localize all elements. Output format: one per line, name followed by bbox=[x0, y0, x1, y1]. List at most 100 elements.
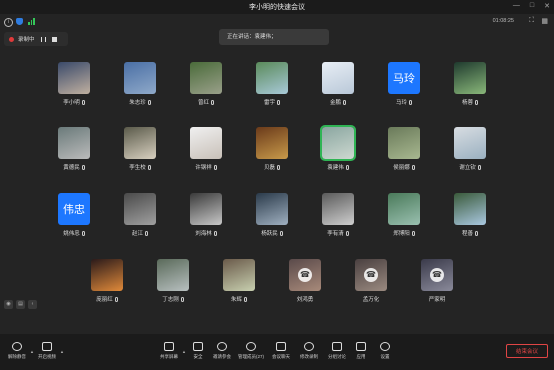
participant-tile[interactable]: 金鹏 bbox=[308, 62, 368, 114]
list-view-icon[interactable]: ▤ bbox=[16, 300, 25, 309]
grid-view-icon[interactable]: ◉ bbox=[4, 300, 13, 309]
avatar bbox=[256, 62, 288, 94]
participant-name-row: 郑博阳 bbox=[374, 229, 434, 237]
participant-name: 李有清 bbox=[327, 231, 344, 237]
info-icon[interactable]: i bbox=[4, 18, 13, 27]
participant-tile[interactable]: 袁建伟 bbox=[308, 125, 368, 179]
participant-tile[interactable]: 侯丽娜 bbox=[374, 127, 434, 179]
fullscreen-icon[interactable]: ⛶ bbox=[529, 17, 534, 25]
participant-tile[interactable]: 李生校 bbox=[110, 127, 170, 179]
video-options-chevron-icon[interactable]: ▲ bbox=[60, 349, 64, 354]
shield-icon bbox=[193, 342, 203, 351]
mic-icon bbox=[477, 164, 481, 170]
participant-name: 郑博阳 bbox=[393, 231, 410, 237]
avatar: ☎ bbox=[355, 259, 387, 291]
unmute-button[interactable]: 解除静音 bbox=[2, 342, 32, 360]
invite-button[interactable]: 邀请参会 bbox=[207, 342, 237, 360]
participant-name: 金鹏 bbox=[329, 100, 341, 106]
minimize-icon[interactable]: — bbox=[513, 2, 520, 10]
avatar bbox=[454, 193, 486, 225]
avatar: ☎ bbox=[421, 259, 453, 291]
participant-name-row: 严家明 bbox=[407, 295, 467, 303]
participant-tile[interactable]: 谢立钦 bbox=[440, 127, 500, 179]
participant-tile[interactable]: 刘海林 bbox=[176, 193, 236, 245]
stop-recording-button[interactable] bbox=[51, 36, 57, 42]
avatar bbox=[256, 193, 288, 225]
participant-tile[interactable]: 郑博阳 bbox=[374, 193, 434, 245]
participant-tile[interactable]: 曾红 bbox=[176, 62, 236, 114]
avatar bbox=[190, 62, 222, 94]
participant-tile[interactable]: 朱志珍 bbox=[110, 62, 170, 114]
phone-icon: ☎ bbox=[364, 268, 378, 282]
participant-name-row: 杨跃民 bbox=[242, 229, 302, 237]
participant-tile[interactable]: 伟忠 姚伟忠 bbox=[44, 193, 104, 245]
participant-name: 许钢祥 bbox=[195, 165, 212, 171]
avatar: ☎ bbox=[289, 259, 321, 291]
avatar bbox=[124, 62, 156, 94]
participant-tile[interactable]: ☎ 刘鸿勇 bbox=[275, 259, 335, 311]
page-prev-button[interactable]: ‹ bbox=[28, 300, 37, 309]
participant-tile[interactable]: 许钢祥 bbox=[176, 127, 236, 179]
manage-members-button[interactable]: 管理成员(27) bbox=[236, 342, 266, 360]
participant-tile[interactable]: 丁志刚 bbox=[143, 259, 203, 311]
recording-button[interactable]: 修改录制 bbox=[294, 342, 324, 360]
participant-name: 刘海林 bbox=[195, 231, 212, 237]
participant-name: 马玲 bbox=[395, 100, 407, 106]
close-icon[interactable]: ✕ bbox=[544, 2, 550, 10]
participant-tile[interactable]: 李有清 bbox=[308, 193, 368, 245]
participant-name-row: 刘海林 bbox=[176, 229, 236, 237]
participant-tile[interactable]: ☎ 孟万化 bbox=[341, 259, 401, 311]
members-icon bbox=[246, 342, 256, 351]
mic-icon bbox=[81, 164, 85, 170]
participant-name: 李生校 bbox=[129, 165, 146, 171]
share-screen-button[interactable]: 共享屏幕 bbox=[154, 342, 184, 360]
avatar bbox=[223, 259, 255, 291]
title-bar: 李小明的快速会议 — □ ✕ bbox=[0, 0, 554, 14]
avatar: 马玲 bbox=[388, 62, 420, 94]
participant-tile[interactable]: 马玲 马玲 bbox=[374, 62, 434, 114]
settings-button[interactable]: 设置 bbox=[370, 342, 400, 360]
pause-recording-button[interactable] bbox=[40, 36, 46, 42]
participant-tile[interactable]: 贝磊 bbox=[242, 127, 302, 179]
participant-tile[interactable]: 朱辉 bbox=[209, 259, 269, 311]
chat-button[interactable]: 会议聊天 bbox=[266, 342, 296, 360]
participant-name-row: 丁志刚 bbox=[143, 295, 203, 303]
participant-tile[interactable]: 雷宇 bbox=[242, 62, 302, 114]
participant-name: 庞丽红 bbox=[96, 297, 113, 303]
layout-icon[interactable]: ▦ bbox=[541, 17, 548, 25]
speaking-banner: 正在讲话：袁建伟； bbox=[219, 29, 329, 45]
signal-icon[interactable] bbox=[28, 18, 35, 25]
avatar: 伟忠 bbox=[58, 193, 90, 225]
participant-tile[interactable]: 赵江 bbox=[110, 193, 170, 245]
participant-tile[interactable]: 庞丽红 bbox=[77, 259, 137, 311]
participant-name-row: 袁建伟 bbox=[308, 163, 368, 171]
participant-name-row: 程善 bbox=[440, 229, 500, 237]
participant-tile[interactable]: 程善 bbox=[440, 193, 500, 245]
participant-name-row: 杨蓉 bbox=[440, 98, 500, 106]
recording-dot-icon bbox=[9, 36, 14, 42]
end-meeting-button[interactable]: 结束会议 bbox=[506, 344, 548, 358]
mic-icon bbox=[475, 99, 478, 105]
video-button[interactable]: 开启视频 bbox=[32, 342, 62, 360]
recording-indicator: 录制中 bbox=[4, 32, 68, 46]
record-icon bbox=[304, 342, 314, 351]
participant-tile[interactable]: 李小明 bbox=[44, 62, 104, 114]
participant-name-row: 朱志珍 bbox=[110, 98, 170, 106]
participant-name: 李小明 bbox=[63, 100, 80, 106]
avatar bbox=[124, 193, 156, 225]
participant-tile[interactable]: ☎ 严家明 bbox=[407, 259, 467, 311]
participant-name-row: 侯丽娜 bbox=[374, 163, 434, 171]
shield-icon[interactable] bbox=[16, 18, 23, 25]
meeting-window: 李小明的快速会议 — □ ✕ i 01:08:25 ⛶ ▦ 录制中 正在讲话：袁… bbox=[0, 0, 554, 370]
participant-tile[interactable]: 杨蓉 bbox=[440, 62, 500, 114]
participant-name: 朱辉 bbox=[230, 297, 242, 303]
maximize-icon[interactable]: □ bbox=[530, 2, 534, 10]
breakout-icon bbox=[332, 342, 342, 351]
participant-name: 黄德民 bbox=[63, 165, 80, 171]
avatar bbox=[322, 193, 354, 225]
participant-tile[interactable]: 杨跃民 bbox=[242, 193, 302, 245]
mic-icon bbox=[145, 230, 148, 236]
participant-tile[interactable]: 黄德民 bbox=[44, 127, 104, 179]
mic-icon bbox=[211, 99, 214, 105]
avatar bbox=[388, 193, 420, 225]
